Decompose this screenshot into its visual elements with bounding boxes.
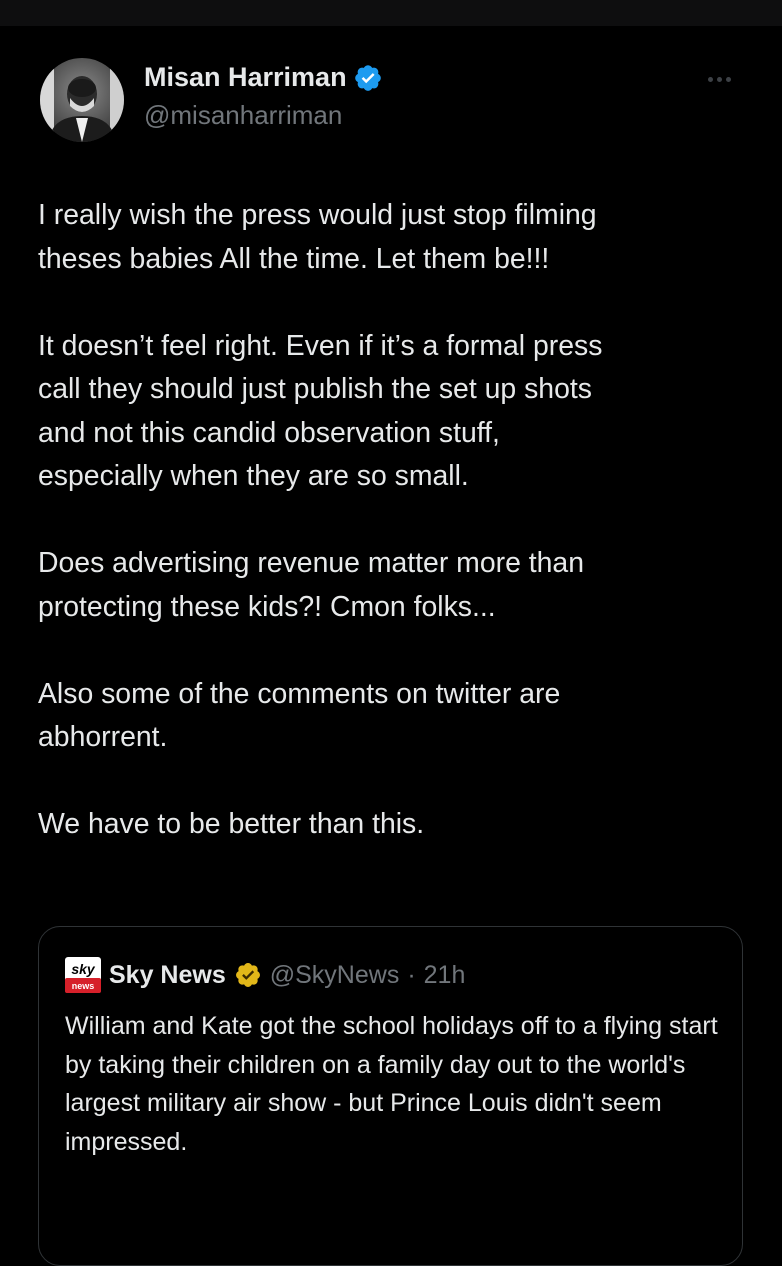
tweet-paragraph: It doesn’t feel right. Even if it’s a fo… xyxy=(38,329,603,493)
author-name[interactable]: Misan Harriman xyxy=(144,62,347,93)
author-name-row[interactable]: Misan Harriman xyxy=(144,62,383,93)
tweet-paragraph: I really wish the press would just stop … xyxy=(38,199,597,275)
top-bar xyxy=(0,0,782,26)
quoted-tweet-text: William and Kate got the school holidays… xyxy=(65,1012,718,1156)
avatar-image xyxy=(40,58,124,142)
tweet-paragraph: We have to be better than this. xyxy=(38,808,425,840)
gold-verified-icon xyxy=(234,961,262,989)
quoted-timestamp[interactable]: 21h xyxy=(424,961,466,990)
quoted-tweet[interactable]: sky news Sky News @SkyNews · 21h William… xyxy=(38,926,743,1266)
quoted-author-handle[interactable]: @SkyNews xyxy=(270,961,400,990)
verified-check-icon xyxy=(353,63,383,93)
tweet: Misan Harriman @misanharriman I really w… xyxy=(0,26,782,1266)
news-logo-text: news xyxy=(72,981,95,991)
sky-logo-text: sky xyxy=(71,961,96,977)
quoted-author-name[interactable]: Sky News xyxy=(109,961,226,990)
avatar[interactable] xyxy=(40,58,124,142)
tweet-paragraph: Does advertising revenue matter more tha… xyxy=(38,547,585,623)
dot-separator: · xyxy=(407,960,416,989)
sky-news-logo-icon[interactable]: sky news xyxy=(65,957,101,993)
tweet-body: I really wish the press would just stop … xyxy=(38,194,758,847)
tweet-paragraph: Also some of the comments on twitter are… xyxy=(38,677,561,754)
quoted-tweet-header: sky news Sky News @SkyNews · 21h xyxy=(65,957,465,993)
more-horizontal-icon[interactable] xyxy=(708,72,742,86)
author-handle[interactable]: @misanharriman xyxy=(144,100,342,131)
